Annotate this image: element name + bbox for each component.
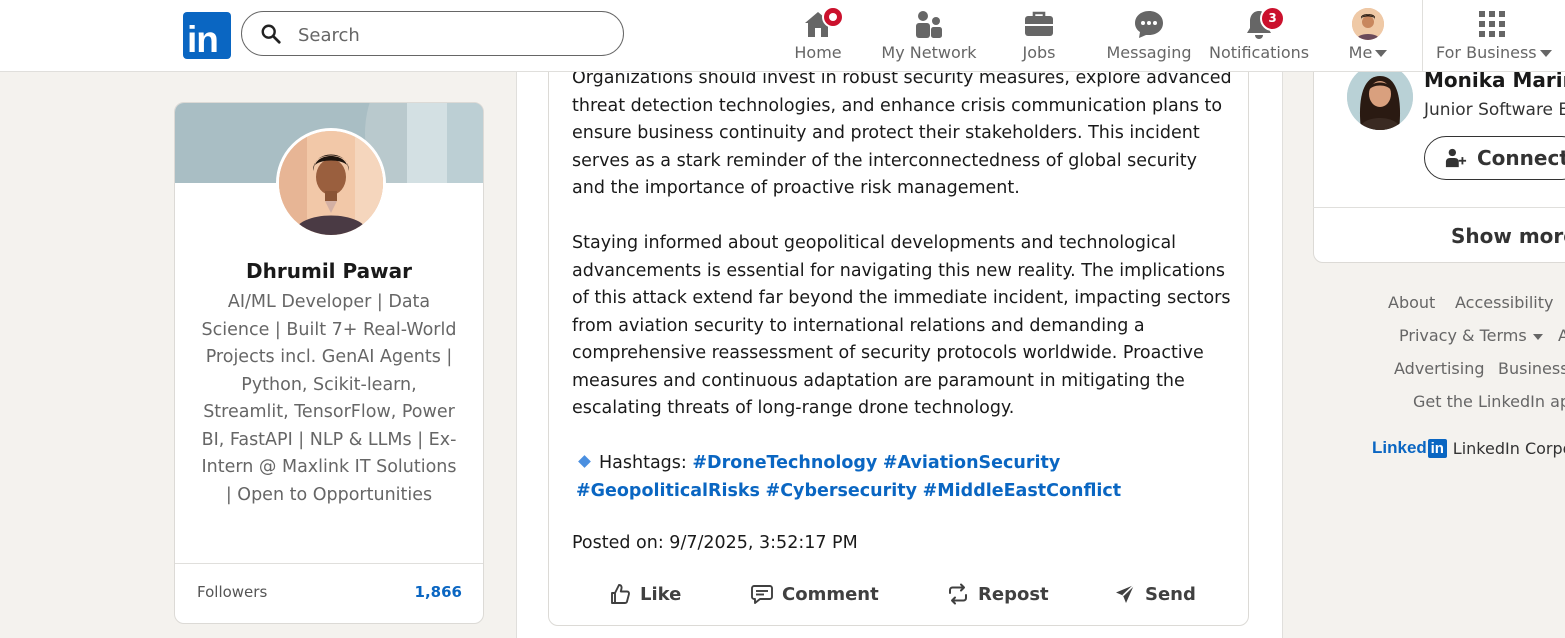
nav-home-label: Home	[794, 43, 842, 62]
chat-icon	[1135, 11, 1163, 38]
hashtag-link[interactable]: #GeopoliticalRisks	[576, 481, 760, 501]
comment-label: Comment	[782, 583, 879, 605]
nav-jobs[interactable]: Jobs	[1010, 6, 1068, 66]
profile-photo-icon	[279, 131, 383, 235]
like-button[interactable]: Like	[608, 578, 681, 610]
nav-me-label: Me	[1338, 43, 1398, 62]
nav-notifications-label: Notifications	[1209, 43, 1310, 62]
logo-text: in	[187, 19, 219, 60]
add-person-icon	[1445, 148, 1467, 168]
post-paragraph-2: Staying informed about geopolitical deve…	[572, 233, 1231, 418]
profile-card: Dhrumil Pawar AI/ML Developer | Data Sci…	[174, 102, 484, 624]
grid-icon	[1479, 11, 1505, 37]
footer-advertising[interactable]: Advertising	[1394, 359, 1485, 378]
suggestion-divider	[1313, 207, 1565, 208]
connect-label: Connect	[1477, 146, 1565, 170]
connect-button[interactable]: Connect	[1424, 136, 1565, 180]
linkedin-wordmark-box: in	[1427, 438, 1447, 458]
profile-headline: AI/ML Developer | Data Science | Built 7…	[201, 292, 457, 505]
nav-my-network-label: My Network	[881, 43, 977, 62]
footer-ad-choices[interactable]: A	[1558, 326, 1565, 345]
footer-get-app[interactable]: Get the LinkedIn app	[1413, 392, 1565, 411]
followers-label[interactable]: Followers	[197, 583, 267, 601]
nav-my-network[interactable]: My Network	[879, 6, 979, 66]
privacy-caret-icon	[1532, 333, 1543, 340]
comment-button[interactable]: Comment	[750, 578, 879, 610]
profile-divider	[175, 563, 483, 564]
hashtag-link[interactable]: #Cybersecurity	[766, 481, 917, 501]
nav-for-business-label: For Business	[1436, 43, 1552, 62]
search-input[interactable]	[296, 20, 600, 50]
footer-brand: Linked in LinkedIn Corpo	[1372, 438, 1565, 458]
search-icon	[261, 24, 281, 44]
nav-jobs-label: Jobs	[1022, 43, 1056, 62]
repost-button[interactable]: Repost	[946, 578, 1049, 610]
footer-business[interactable]: Business	[1498, 359, 1565, 378]
nav-home[interactable]: Home	[786, 6, 850, 66]
suggestion-title: Junior Software E	[1424, 100, 1565, 120]
hashtag-link[interactable]: #MiddleEastConflict	[923, 481, 1122, 501]
post-paragraph-1: Organizations should invest in robust se…	[572, 68, 1232, 198]
hashtags-label: Hashtags:	[599, 453, 687, 473]
footer-accessibility[interactable]: Accessibility	[1455, 293, 1553, 312]
linkedin-wordmark: Linked	[1372, 438, 1427, 457]
like-label: Like	[640, 583, 682, 605]
post-timestamp: Posted on: 9/7/2025, 3:52:17 PM	[572, 533, 858, 553]
business-caret-icon	[1539, 50, 1552, 57]
top-nav: in Home My Network	[0, 0, 1565, 72]
followers-count[interactable]: 1,866	[415, 583, 462, 601]
home-notification-dot	[822, 6, 844, 28]
nav-notifications[interactable]: 3 Notifications	[1209, 6, 1309, 66]
profile-avatar[interactable]	[276, 128, 386, 238]
nav-divider	[1422, 0, 1423, 71]
person-avatar-icon	[1352, 8, 1384, 40]
send-icon	[1116, 584, 1135, 603]
suggestion-photo-icon	[1347, 64, 1413, 130]
hashtag-link[interactable]: #DroneTechnology	[692, 453, 877, 473]
nav-for-business[interactable]: For Business	[1436, 6, 1552, 66]
linkedin-logo[interactable]: in	[183, 12, 231, 59]
nav-messaging[interactable]: Messaging	[1104, 6, 1194, 66]
comment-icon	[751, 585, 773, 604]
footer-about[interactable]: About	[1388, 293, 1435, 312]
footer-corporation: LinkedIn Corpo	[1452, 438, 1565, 458]
nav-me[interactable]: Me	[1338, 6, 1398, 66]
post-hashtags: Hashtags: #DroneTechnology #AviationSecu…	[576, 450, 1236, 505]
hashtag-link[interactable]: #AviationSecurity	[883, 453, 1060, 473]
footer-privacy[interactable]: Privacy & Terms	[1399, 326, 1543, 345]
profile-name[interactable]: Dhrumil Pawar	[175, 259, 483, 283]
diamond-icon	[578, 455, 591, 468]
me-caret-icon	[1375, 50, 1388, 57]
search-box[interactable]	[241, 11, 624, 56]
thumbs-up-icon	[611, 584, 630, 604]
briefcase-icon	[1025, 11, 1053, 36]
repost-label: Repost	[978, 583, 1049, 605]
send-label: Send	[1145, 583, 1196, 605]
nav-messaging-label: Messaging	[1106, 43, 1192, 62]
notifications-badge: 3	[1260, 6, 1285, 31]
suggestion-avatar[interactable]	[1347, 64, 1413, 130]
me-avatar	[1352, 8, 1384, 40]
people-icon	[916, 11, 942, 38]
repost-icon	[949, 583, 967, 605]
show-more-button[interactable]: Show more	[1451, 224, 1565, 248]
send-button[interactable]: Send	[1113, 578, 1196, 610]
